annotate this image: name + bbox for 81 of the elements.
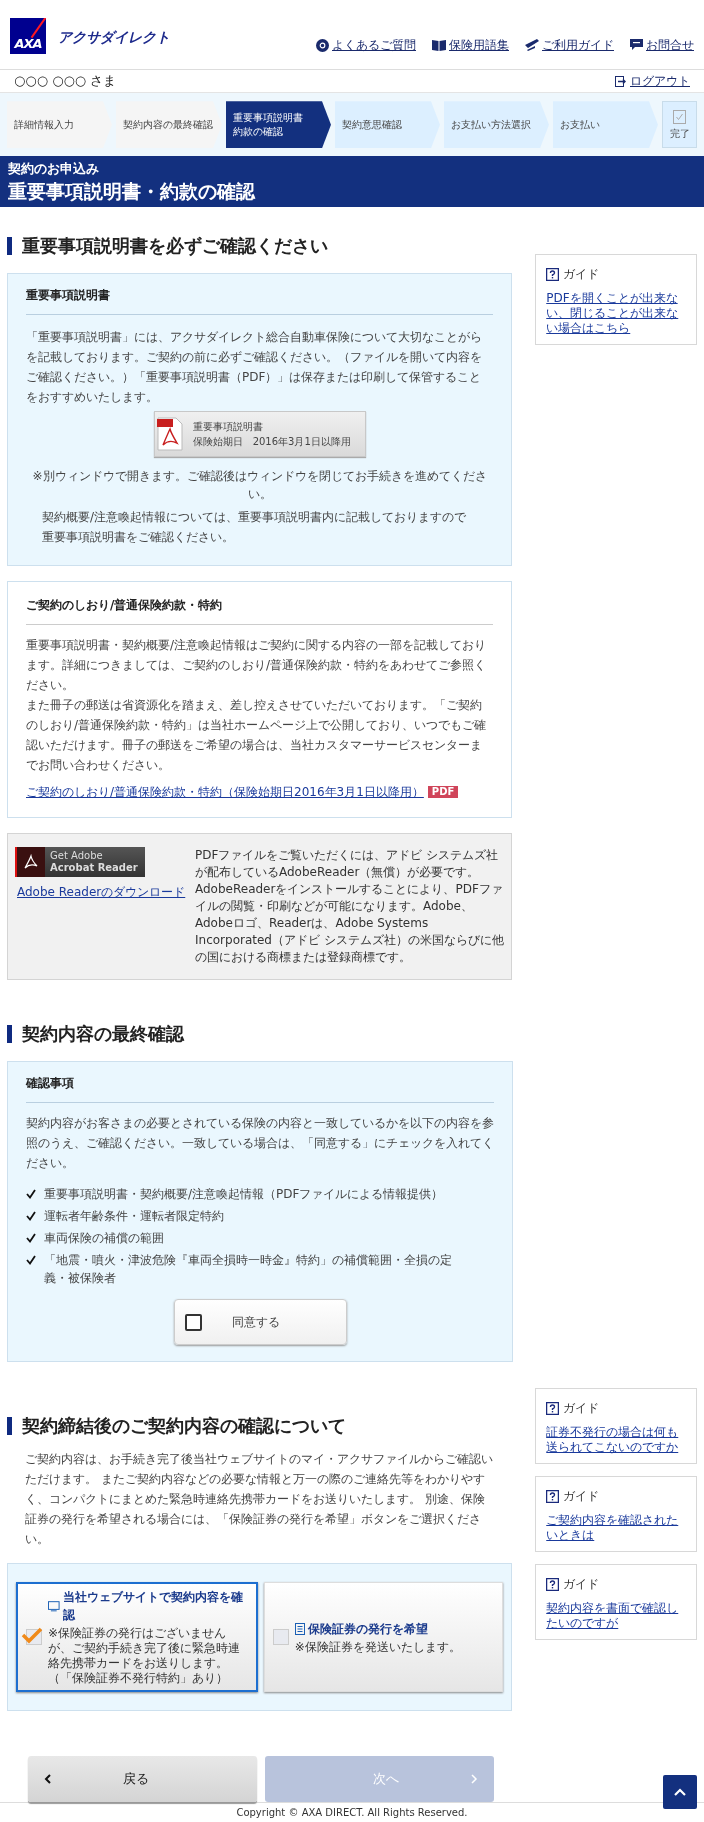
pen-icon [525, 39, 539, 51]
progress-step: 契約意思確認 [335, 101, 440, 149]
note-text: ※別ウィンドウで開きます。ご確認後はウィンドウを閉じてお手続きを進めてください。 [31, 468, 488, 504]
banner-subtitle: 契約のお申込み [8, 159, 100, 178]
book-icon [432, 39, 446, 51]
logo: AXA [10, 18, 46, 54]
progress-step: 詳細情報入力 [7, 101, 112, 149]
chevron-up-icon [674, 1788, 686, 1797]
card-text: 「重要事項説明書」には、アクサダイレクト総合自動車保険について大切なことがらを記載しております。ご契約の前に必ずご確認ください。（ファイルを開いて内容をご確認ください。）「重要事項説明書（PDF）」は保存または印刷して保管することをおすすめいたします。 [26, 329, 483, 407]
check-icon [26, 1233, 36, 1244]
section-title: 重要事項説明書を必ずご確認ください [22, 234, 328, 259]
checklist-item: 車両保険の補償の範囲 [44, 1230, 165, 1248]
help-icon [546, 1489, 560, 1503]
header-link[interactable]: ご利用ガイド [525, 36, 614, 54]
card-text: また冊子の郵送は省資源化を踏まえ、差し控えさせていただいております。「ご契約のしおり/普通保険約款・特約」は当社ホームページ上で公開しており、いつでもご確認いただけます。冊子の郵送をご希望の場合は、当社カスタマーサービスセンターまでお問い合わせください。 [26, 697, 488, 775]
adobe-notice: PDFファイルをご覧いただくには、アドビ システムズ社が配布しているAdobeReader（無償）が必要です。AdobeReaderをインストールすることにより、PDFファイルの閲覧・印刷などが可能になります。Adobe、Adobeロゴ、Readerは、Adobe Systems Incorporated（アドビ システムズ社）の米国ならびに他の国における商標または登録商標です。 [195, 847, 505, 967]
guide-link[interactable]: PDFを開くことが出来ない、閉じることが出来ない場合はこちら [546, 291, 686, 337]
card-text: 契約概要/注意喚起情報については、重要事項説明書内に記載しておりますので重要事項説明書をご確認ください。 [41, 509, 468, 547]
card-text: 契約内容がお客さまの必要とされている保険の内容と一致しているかを以下の内容を参照のうえ、ご確認ください。一致している場合は、「同意する」にチェックを入れてください。 [26, 1115, 494, 1173]
section-title: 契約締結後のご契約内容の確認について [22, 1414, 346, 1439]
header-link[interactable]: 保険用語集 [432, 36, 509, 54]
chevron-left-icon [44, 1774, 51, 1785]
brand-name: アクサダイレクト [58, 28, 170, 47]
clipboard-check-icon [673, 108, 686, 124]
header-link[interactable]: よくあるご質問 [316, 36, 416, 54]
back-button[interactable]: 戻る [28, 1756, 257, 1803]
help-icon [546, 267, 560, 281]
pdf-badge: PDF [427, 786, 459, 799]
pdf-button[interactable]: 重要事項説明書 保険始期日 2016年3月1日以降用 [153, 411, 366, 458]
acrobat-badge[interactable]: Get Adobe Acrobat Reader [15, 847, 145, 878]
terms-link[interactable]: ご契約のしおり/普通保険約款・特約（保険始期日2016年3月1日以降用） [26, 783, 424, 802]
progress-step: 契約内容の最終確認 [116, 101, 222, 149]
pdf-file-icon [156, 417, 183, 452]
guide-title: ガイド [563, 1488, 600, 1506]
question-circle-icon [316, 38, 329, 52]
guide-link[interactable]: ご契約内容を確認されたいときは [546, 1513, 686, 1544]
title-marker [7, 1416, 12, 1435]
guide-link[interactable]: 契約内容を書面で確認したいのですが [546, 1601, 686, 1632]
checklist-item: 重要事項説明書・契約概要/注意喚起情報（PDFファイルによる情報提供） [44, 1186, 445, 1204]
card-heading: 重要事項説明書 [26, 286, 494, 316]
section-title: 契約内容の最終確認 [22, 1022, 184, 1047]
card-text: 重要事項説明書・契約概要/注意喚起情報はご契約に関する内容の一部を記載しております。詳細につきましては、ご契約のしおり/普通保険約款・特約をあわせてご参照ください。 [26, 637, 488, 695]
agree-checkbox[interactable]: 同意する [173, 1299, 347, 1346]
progress-step: お支払い [553, 101, 658, 149]
check-icon [26, 1189, 36, 1200]
header-link[interactable]: お問合せ [630, 36, 694, 54]
copyright: Copyright © AXA DIRECT. All Rights Reserved. [236, 1806, 468, 1821]
page-title: 重要事項説明書・約款の確認 [8, 178, 257, 204]
guide-title: ガイド [563, 266, 600, 284]
help-icon [546, 1401, 560, 1415]
progress-step: お支払い方法選択 [444, 101, 549, 149]
progress-step: 完了 [662, 101, 697, 149]
checkmark-icon [21, 1626, 43, 1645]
download-link[interactable]: Adobe Readerのダウンロード [15, 883, 183, 902]
option-card[interactable]: 保険証券の発行を希望 ※保険証券を発送いたします。 [263, 1582, 504, 1693]
title-marker [7, 1024, 12, 1043]
guide-title: ガイド [563, 1400, 600, 1418]
title-marker [7, 236, 12, 255]
guide-link[interactable]: 証券不発行の場合は何も送られてこないのですか [546, 1425, 686, 1456]
document-icon [294, 1622, 305, 1635]
checklist-item: 運転者年齢条件・運転者限定特約 [44, 1208, 225, 1226]
logout-icon [615, 75, 626, 87]
checkbox-square [184, 1313, 202, 1331]
progress-step: 重要事項説明書 約款の確認 [226, 101, 331, 149]
option-card[interactable]: 当社ウェブサイトで契約内容を確認 ※保険証券の発行はございませんが、ご契約手続き完了後に緊急時連絡先携帯カードをお送りします。（「保険証券不発行特約」あり） [16, 1582, 258, 1693]
card-heading: ご契約のしおり/普通保険約款・特約 [26, 596, 494, 626]
chat-icon [630, 39, 643, 51]
check-icon [26, 1255, 36, 1266]
guide-title: ガイド [563, 1576, 600, 1594]
scroll-top-button[interactable] [663, 1775, 697, 1810]
card-heading: 確認事項 [26, 1074, 494, 1104]
help-icon [546, 1577, 560, 1591]
check-icon [26, 1211, 36, 1222]
user-name: ○○○ ○○○ さま [14, 72, 117, 91]
chevron-right-icon [471, 1774, 478, 1785]
logout-link[interactable]: ログアウト [615, 72, 690, 91]
acrobat-icon [23, 854, 39, 871]
checkbox-square [272, 1629, 289, 1646]
monitor-icon [48, 1600, 60, 1612]
section-text: ご契約内容は、お手続き完了後当社ウェブサイトのマイ・アクサファイルからご確認いただけます。 またご契約内容などの必要な情報と万一の際のご連絡先等をわかりやすく、コンパクトにまとめた緊急時連絡先携帯カードをお送りいたします。 別途、保険証券の発行を希望される場合には、「保険証券の発行を希望」ボタンをご選択ください。 [24, 1451, 494, 1549]
checklist-item: 「地震・噴火・津波危険『車両全損時一時金』特約」の補償範囲・全損の定義・被保険者 [44, 1252, 453, 1288]
